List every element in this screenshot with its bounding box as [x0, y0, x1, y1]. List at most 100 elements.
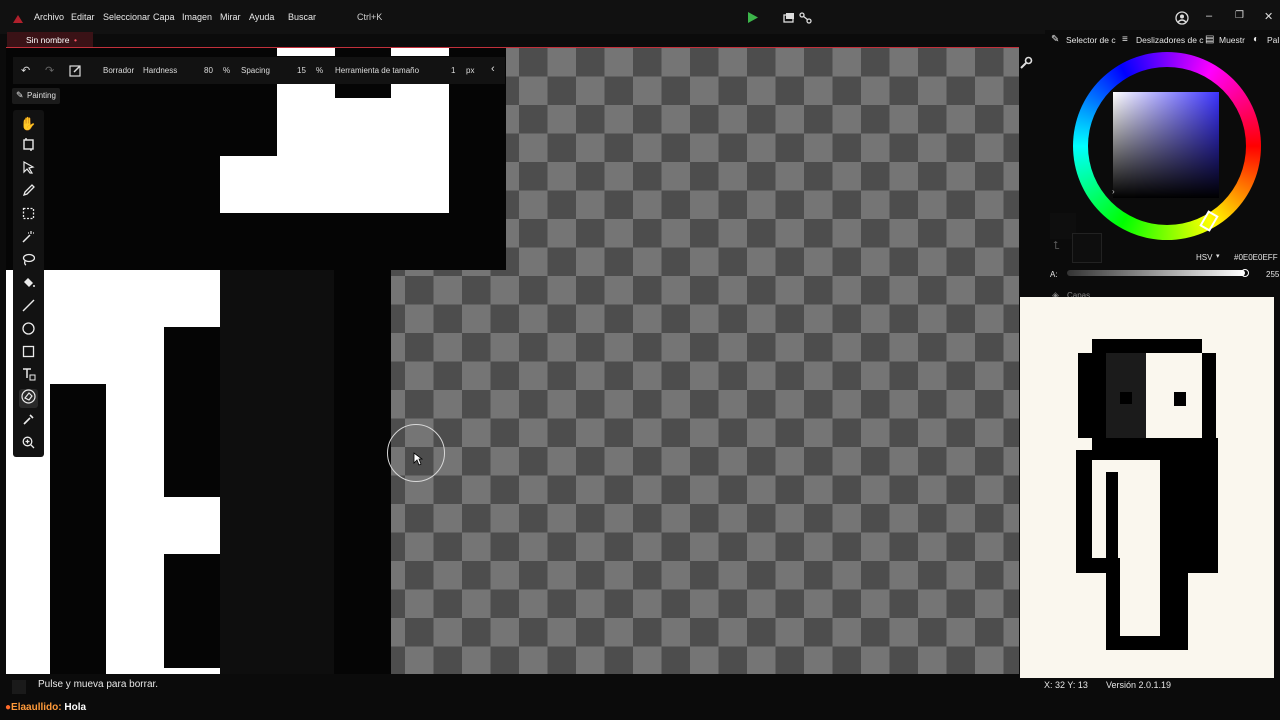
menu-ayuda[interactable]: Ayuda — [249, 12, 274, 22]
account-icon[interactable] — [1175, 11, 1189, 30]
painting-tab-label: Painting — [27, 91, 56, 100]
bucket-icon[interactable] — [19, 275, 38, 294]
pencil-icon[interactable] — [19, 183, 38, 202]
ellipse-icon[interactable] — [19, 321, 38, 340]
pixel-region — [164, 668, 220, 674]
minimize-icon[interactable]: – — [1206, 10, 1212, 22]
undo-icon[interactable]: ↶ — [21, 64, 30, 77]
alpha-input[interactable]: 255 — [1266, 270, 1279, 279]
preview-pixel — [1106, 636, 1188, 650]
pixel-region — [220, 156, 335, 213]
preview-pixel — [1078, 353, 1106, 438]
play-icon[interactable] — [747, 11, 759, 29]
close-icon[interactable]: ✕ — [1264, 10, 1273, 23]
lasso-icon[interactable] — [19, 252, 38, 271]
size-unit: px — [466, 66, 475, 75]
line-icon[interactable] — [19, 298, 38, 317]
chat-message: ●Elaaullido: Hola — [5, 702, 86, 713]
mouse-pointer-icon — [413, 452, 424, 469]
unsaved-indicator: • — [74, 35, 77, 45]
preview-pixel — [1174, 392, 1186, 406]
sliders-icon: ≡ — [1122, 34, 1128, 45]
swatches-icon: ▤ — [1205, 34, 1215, 45]
pixel-region — [277, 48, 335, 56]
alpha-slider[interactable] — [1067, 270, 1245, 276]
menu-archivo[interactable]: Archivo — [34, 12, 64, 22]
preview-pixel — [1120, 460, 1160, 636]
edit-icon[interactable] — [69, 64, 82, 79]
spacing-input[interactable]: 15 — [297, 66, 306, 75]
chevron-down-icon: ▾ — [1216, 253, 1220, 260]
app-version: Versión 2.0.1.19 — [1106, 680, 1172, 690]
image-gallery-icon[interactable] — [783, 11, 795, 29]
search-box[interactable]: Buscar — [288, 12, 316, 22]
swap-colors-icon[interactable]: ⮤ — [1053, 240, 1060, 253]
hand-icon[interactable]: ✋ — [19, 114, 38, 133]
menu-editar[interactable]: Editar — [71, 12, 95, 22]
tool-options-bar: ↶ ↷ Borrador Hardness 80 % Spacing 15 % … — [13, 57, 505, 84]
settings-wrench-icon[interactable] — [1019, 56, 1033, 75]
sv-handle-icon: › — [1112, 187, 1115, 196]
tab-color-sliders[interactable]: Deslizadores de c — [1136, 35, 1204, 45]
alpha-handle[interactable] — [1241, 269, 1249, 277]
rectangle-icon[interactable] — [19, 344, 38, 363]
preview-pixel — [1202, 353, 1216, 438]
collapse-chevron-icon[interactable]: ‹ — [491, 63, 495, 75]
pixel-region — [220, 270, 334, 674]
menu-capa[interactable]: Capa — [153, 12, 175, 22]
chat-text: Hola — [64, 702, 87, 713]
pixel-region — [277, 84, 335, 156]
color-mode-select[interactable]: HSV — [1196, 253, 1212, 262]
pixel-region — [106, 384, 164, 674]
preview-pixel — [1120, 392, 1132, 404]
chat-user: Elaaullido: — [11, 702, 62, 713]
pixel-region — [335, 98, 449, 213]
eyedropper-icon[interactable] — [19, 412, 38, 431]
eraser-icon[interactable] — [19, 389, 38, 408]
hardness-input[interactable]: 80 — [204, 66, 213, 75]
tool-palette: ✋ — [13, 110, 44, 457]
size-input[interactable]: 1 — [451, 66, 455, 75]
status-tool-icon — [12, 680, 26, 694]
brush-icon: ✎ — [16, 90, 24, 100]
document-tab-label: Sin nombre — [26, 35, 70, 45]
menu-mirar[interactable]: Mirar — [220, 12, 241, 22]
rect-select-icon[interactable] — [19, 206, 38, 225]
pixel-region — [391, 48, 449, 56]
menu-seleccionar[interactable]: Seleccionar — [103, 12, 150, 22]
drawing-canvas[interactable] — [6, 48, 1019, 674]
cursor-coordinates: X: 32 Y: 13 — [1044, 680, 1088, 690]
spacing-unit: % — [316, 66, 324, 75]
preview-pixel — [1092, 438, 1218, 450]
app-logo-icon — [12, 11, 24, 23]
menu-bar: Archivo Editar Seleccionar Capa Imagen M… — [0, 0, 1280, 34]
crop-icon[interactable] — [19, 137, 38, 156]
canvas-preview — [1020, 297, 1274, 678]
status-hint: Pulse y mueva para borrar. — [38, 679, 159, 690]
hardness-label: Hardness — [143, 66, 178, 75]
pixel-region — [164, 497, 220, 554]
color-picker-tab-icon: ✎ — [1051, 34, 1060, 45]
foreground-color-swatch[interactable] — [1072, 233, 1102, 263]
document-tab[interactable]: Sin nombre • — [7, 32, 93, 48]
magic-wand-icon[interactable] — [19, 229, 38, 248]
menu-imagen[interactable]: Imagen — [182, 12, 212, 22]
tab-palette[interactable]: Pal — [1267, 35, 1279, 45]
tab-swatches[interactable]: Muestr — [1219, 35, 1245, 45]
alpha-label: A: — [1050, 270, 1058, 279]
maximize-icon[interactable]: ❐ — [1235, 10, 1244, 21]
tab-color-picker[interactable]: Selector de c — [1066, 35, 1116, 45]
share-icon[interactable] — [799, 11, 812, 29]
preview-pixel — [1092, 339, 1202, 353]
saturation-value-square[interactable] — [1113, 92, 1219, 198]
redo-icon[interactable]: ↷ — [45, 64, 54, 77]
text-icon[interactable] — [19, 367, 38, 386]
hex-input[interactable]: #0E0E0EFF — [1234, 253, 1278, 262]
preview-pixel — [1106, 472, 1118, 558]
search-shortcut: Ctrl+K — [357, 12, 383, 22]
zoom-icon[interactable] — [19, 435, 38, 454]
painting-mode-tab[interactable]: ✎ Painting — [12, 88, 60, 104]
move-arrow-icon[interactable] — [19, 160, 38, 179]
pixel-region — [391, 84, 449, 100]
spacing-label: Spacing — [241, 66, 270, 75]
